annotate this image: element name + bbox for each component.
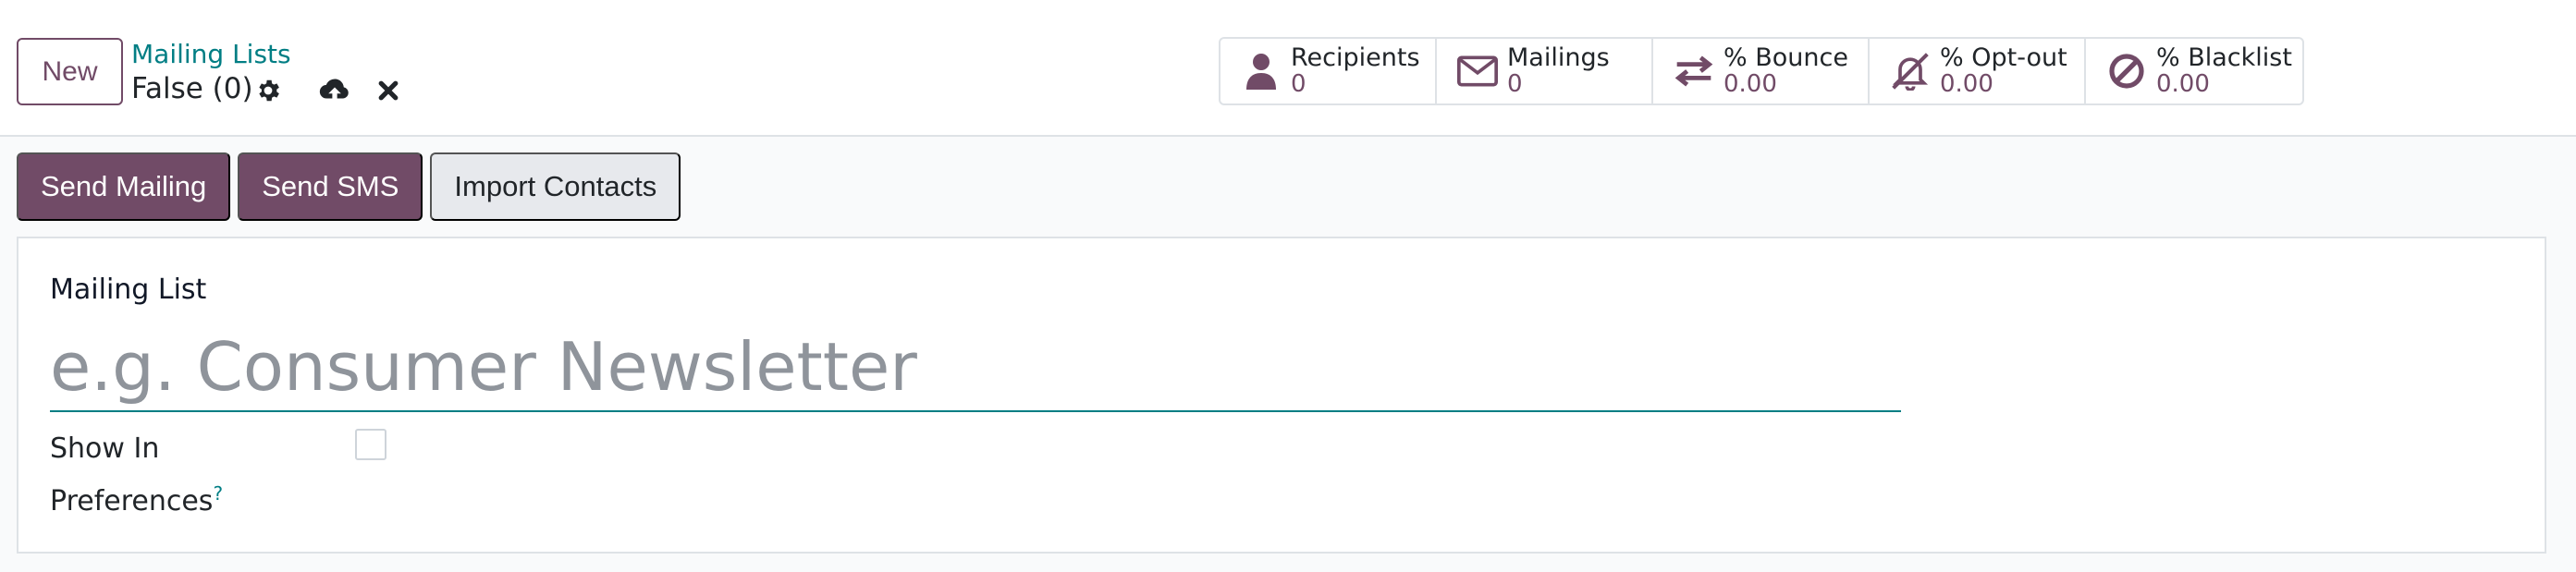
cloud-upload-icon[interactable]	[318, 74, 351, 107]
stat-label: % Bounce	[1723, 43, 1848, 72]
show-in-preferences-label: Show In Preferences?	[50, 427, 253, 524]
control-panel: New Mailing Lists False (0) Recipients 0…	[0, 0, 2576, 137]
envelope-icon	[1457, 51, 1498, 91]
user-icon	[1241, 51, 1282, 91]
close-icon[interactable]	[372, 74, 405, 107]
record-title: False (0)	[131, 72, 253, 105]
stat-label: Recipients	[1291, 43, 1420, 72]
import-contacts-button[interactable]: Import Contacts	[430, 152, 681, 221]
stat-blacklist[interactable]: % Blacklist 0.00	[2086, 39, 2302, 103]
stat-bounce[interactable]: % Bounce 0.00	[1653, 39, 1870, 103]
stat-label: % Blacklist	[2156, 43, 2292, 72]
mailing-list-label: Mailing List	[50, 274, 207, 306]
exchange-icon	[1674, 51, 1714, 91]
show-in-preferences-text: Show In Preferences	[50, 432, 214, 517]
new-button[interactable]: New	[17, 38, 123, 105]
stat-value: 0.00	[1940, 70, 1993, 98]
stat-mailings[interactable]: Mailings 0	[1437, 39, 1653, 103]
stat-label: % Opt-out	[1940, 43, 2067, 72]
stat-recipients[interactable]: Recipients 0	[1221, 39, 1437, 103]
send-mailing-button[interactable]: Send Mailing	[17, 152, 231, 221]
action-buttons: Send Mailing Send SMS Import Contacts	[17, 152, 681, 221]
show-in-preferences-checkbox[interactable]	[355, 429, 386, 460]
stat-value: 0	[1291, 70, 1306, 98]
stat-value: 0.00	[1723, 70, 1777, 98]
bell-slash-icon	[1890, 51, 1931, 91]
mailing-list-name-input[interactable]	[50, 323, 1901, 412]
ban-icon	[2106, 51, 2147, 91]
stat-label: Mailings	[1507, 43, 1610, 72]
form-sheet: Mailing List Show In Preferences?	[17, 237, 2546, 554]
send-sms-button[interactable]: Send SMS	[238, 152, 423, 221]
stat-value: 0.00	[2156, 70, 2210, 98]
gear-icon[interactable]	[251, 74, 285, 107]
stat-value: 0	[1507, 70, 1523, 98]
stat-opt-out[interactable]: % Opt-out 0.00	[1870, 39, 2086, 103]
help-tooltip-icon[interactable]: ?	[213, 482, 223, 505]
stat-buttons: Recipients 0 Mailings 0 % Bounce 0.00 % …	[1219, 37, 2304, 105]
breadcrumb-mailing-lists[interactable]: Mailing Lists	[131, 39, 291, 69]
